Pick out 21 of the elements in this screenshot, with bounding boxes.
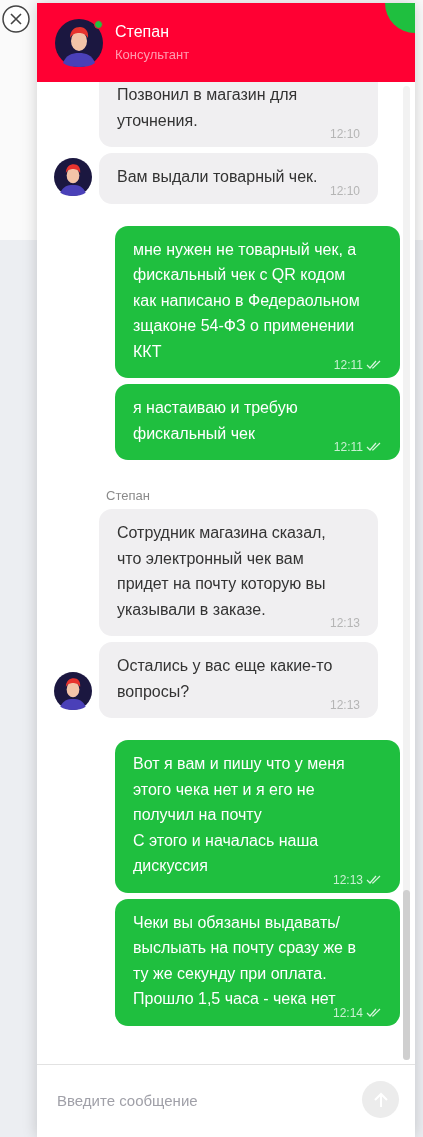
avatar-icon (54, 157, 92, 196)
close-button[interactable] (1, 4, 31, 34)
message-time: 12:10 (329, 126, 360, 142)
avatar-icon (54, 672, 92, 710)
message-time: 12:10 (329, 182, 360, 199)
message-text: Позвонил в магазин для уточнения. (117, 85, 299, 131)
agent-name: Степан (115, 23, 170, 41)
message-time: 12:11 (333, 439, 363, 455)
message-text: Остались у вас еще какие-то вопросы? (117, 656, 334, 700)
message-time: 12:13 (329, 697, 360, 713)
avatar-icon (55, 18, 103, 67)
sender-name: Степан (106, 488, 151, 503)
message-time: 12:11 (333, 357, 363, 373)
agent-role: Консультант (115, 47, 190, 62)
message-text: мне нужен не товарный чек, а фискальный чек с QR кодом как написано в Федераольном зщаконе 54-ФЗ о применении ККТ (133, 239, 361, 360)
message-text: я настаиваю и требую фискальный чек (133, 398, 299, 444)
message-text: Вам выдали товарный чек. (117, 167, 319, 187)
message-text: Сотрудник магазина сказал, что электронный чек вам придет на почту которую вы указывали в заказе. (117, 523, 327, 620)
scrollbar[interactable] (403, 86, 410, 1060)
message-time: 12:13 (329, 615, 360, 631)
message-input[interactable]: Введите сообщение (55, 1081, 354, 1119)
